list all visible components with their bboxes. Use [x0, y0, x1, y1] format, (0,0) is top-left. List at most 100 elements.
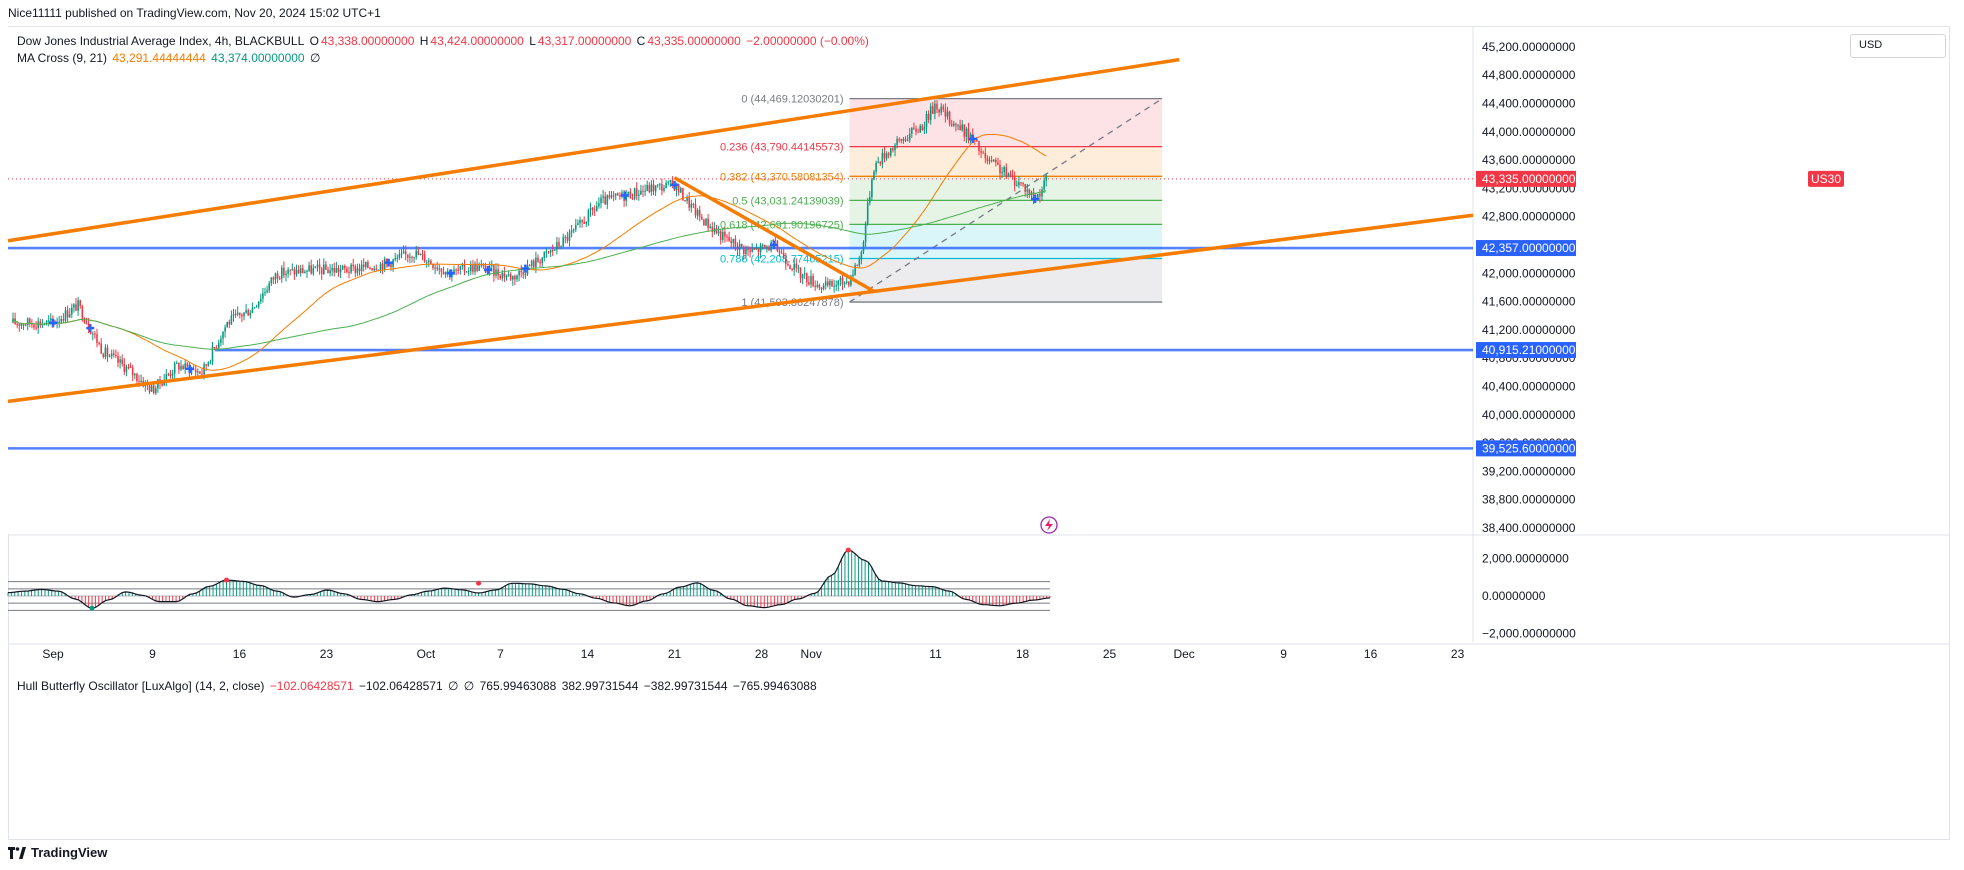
time-tick-label: 9: [1280, 647, 1287, 661]
candle-body: [629, 191, 632, 199]
candle-body: [984, 152, 987, 159]
candle-body: [999, 164, 1001, 174]
candle-body: [270, 277, 273, 284]
candle-body: [612, 195, 615, 197]
candle-body: [50, 318, 52, 321]
candle-body: [509, 274, 512, 280]
candle-body: [155, 388, 157, 394]
candle-body: [963, 124, 966, 137]
candle-body: [927, 113, 930, 120]
candle-body: [413, 257, 415, 259]
candle-body: [243, 312, 245, 317]
candle-body: [913, 127, 915, 129]
candle-body: [940, 106, 942, 113]
candle-body: [707, 218, 709, 229]
candle-body: [575, 225, 577, 230]
candle-body: [932, 106, 934, 114]
candle-body: [310, 265, 312, 274]
candle-body: [365, 262, 367, 267]
candle-body: [373, 268, 375, 271]
candle-body: [113, 353, 115, 355]
candle-body: [459, 266, 462, 271]
candle-body: [247, 310, 249, 316]
candle-body: [117, 355, 119, 363]
candle-body: [570, 230, 573, 233]
candle-body: [955, 123, 957, 126]
candle-body: [980, 150, 982, 153]
candle-body: [892, 148, 894, 151]
candle-body: [253, 307, 256, 309]
candle-body: [537, 257, 539, 262]
candle-body: [686, 197, 688, 201]
candle-body: [131, 367, 134, 376]
candle-body: [480, 265, 483, 267]
candle-body: [862, 242, 865, 252]
candle-body: [312, 267, 315, 274]
candle-body: [266, 290, 268, 293]
candle-body: [381, 263, 384, 270]
currency-selector[interactable]: USD: [1850, 34, 1946, 58]
candle-body: [356, 268, 359, 273]
candle-body: [396, 257, 399, 259]
candle-body: [104, 347, 107, 357]
candle-body: [596, 206, 598, 211]
candle-body: [642, 190, 644, 192]
time-tick-label: 16: [1364, 647, 1378, 661]
price-tick-label: 44,800.00000000: [1482, 68, 1576, 82]
candle-body: [320, 268, 323, 274]
candle-body: [730, 240, 732, 243]
candle-body: [652, 184, 655, 192]
candle-body: [308, 265, 310, 271]
candle-body: [875, 162, 877, 172]
candle-body: [740, 243, 743, 247]
candle-body: [929, 106, 932, 120]
candle-body: [1045, 175, 1047, 181]
osc-line: [7, 549, 1051, 609]
candle-body: [350, 264, 352, 273]
candle-body: [224, 327, 226, 332]
candle-body: [757, 248, 760, 253]
osc-v6: 382.99731544: [561, 679, 639, 693]
candle-body: [218, 342, 220, 348]
candle-body: [325, 264, 327, 270]
candle-body: [276, 273, 279, 279]
fib-zone: [849, 176, 1163, 201]
candle-body: [610, 195, 613, 198]
osc-signal-dot: [223, 577, 229, 583]
legend-c-label: C: [636, 34, 646, 48]
candle-body: [465, 271, 468, 273]
candle-body: [915, 128, 917, 132]
candle-body: [829, 281, 831, 286]
candle-body: [782, 253, 785, 259]
candle-body: [358, 268, 361, 272]
time-tick-label: 18: [1016, 647, 1030, 661]
time-axis: Sep 9 16 23 Oct 7 14 21 28 Nov 11 18 25 Dec 9 16 23: [42, 647, 1464, 661]
candle-body: [566, 236, 569, 241]
candle-body: [717, 231, 720, 234]
candle-body: [176, 362, 178, 364]
candle-body: [560, 246, 562, 248]
candle-body: [698, 209, 701, 217]
candle-body: [478, 265, 480, 271]
candle-body: [1041, 189, 1043, 197]
candle-body: [222, 331, 224, 339]
time-tick-label: 11: [929, 647, 942, 661]
candle-body: [354, 266, 357, 273]
footer-brand[interactable]: TradingView: [8, 845, 107, 860]
candle-body: [547, 251, 550, 253]
candle-body: [533, 260, 535, 267]
candle-body: [549, 250, 552, 253]
candle-body: [140, 380, 142, 382]
legend-change: −2.00000000 (−0.00%): [746, 34, 869, 48]
chart-canvas[interactable]: 45,200.00000000 44,800.00000000 44,400.000…: [0, 0, 1964, 870]
candle-body: [425, 262, 428, 264]
candle-body: [463, 264, 466, 272]
candle-body: [304, 271, 306, 274]
candle-body: [705, 218, 707, 226]
candle-body: [329, 270, 331, 274]
tradingview-logo-icon: [8, 846, 26, 859]
candle-body: [871, 179, 873, 198]
candle-body: [289, 269, 291, 271]
osc-signal-dot: [845, 547, 851, 553]
candle-body: [96, 334, 98, 343]
